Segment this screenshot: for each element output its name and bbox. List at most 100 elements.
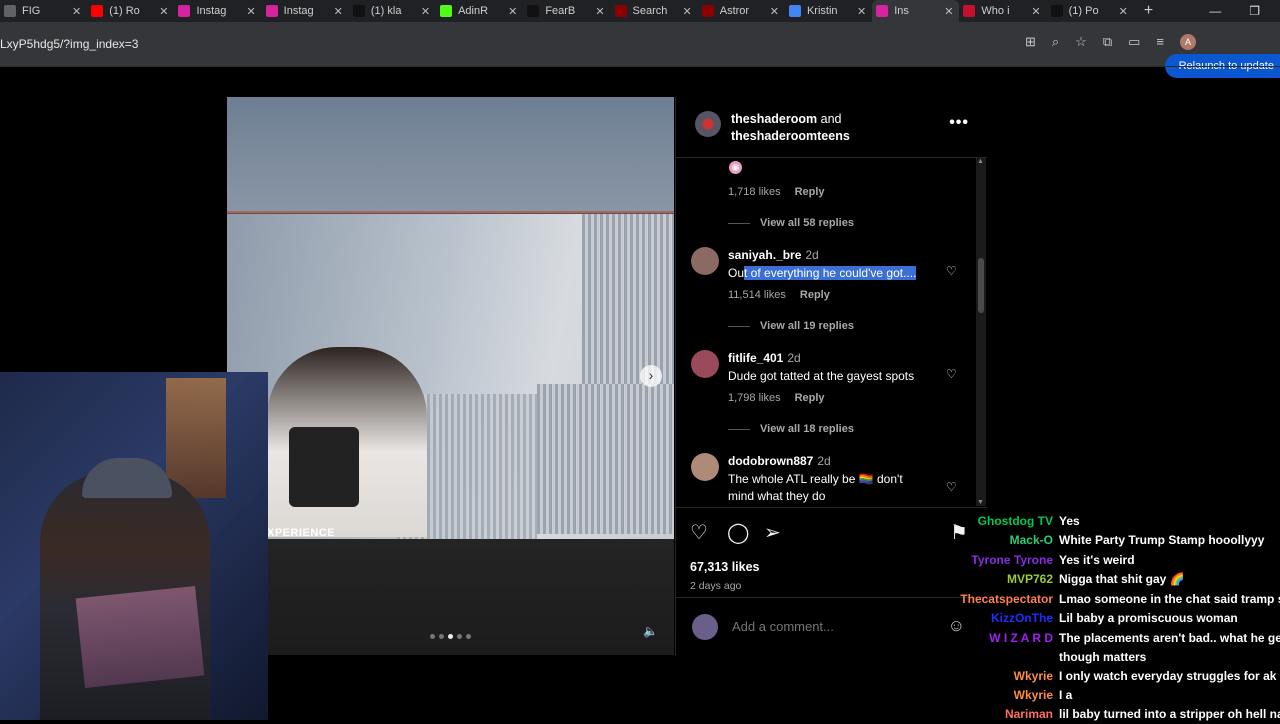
add-comment-input[interactable] (732, 619, 932, 634)
view-replies-button[interactable]: View all 19 replies (728, 320, 854, 332)
browser-tab[interactable]: FearB ✕ (523, 0, 610, 22)
comment-user[interactable]: saniyah._bre 2d (728, 248, 819, 262)
browser-tab[interactable]: Who i ✕ (959, 0, 1046, 22)
chat-username[interactable]: Wkyrie (1014, 686, 1053, 705)
bookmark-star-icon[interactable]: ☆ (1075, 34, 1087, 50)
extensions-icon[interactable]: ⧉ (1103, 34, 1112, 50)
next-image-button[interactable]: › (640, 365, 662, 387)
comment-username[interactable]: fitlife_401 (728, 351, 783, 365)
comment-username[interactable]: saniyah._bre (728, 248, 801, 262)
post-likes-count[interactable]: 67,313 likes (690, 560, 760, 574)
media-control-icon[interactable]: ≡ (1156, 34, 1164, 50)
tab-title: AdinR (458, 5, 489, 17)
like-heart-icon[interactable]: ♡ (690, 520, 708, 545)
reply-button[interactable]: Reply (800, 289, 830, 301)
comment-age: 2d (787, 351, 801, 365)
author-names[interactable]: theshaderoom and theshaderoomteens (731, 111, 850, 145)
scroll-up-icon[interactable]: ▲ (977, 158, 984, 165)
address-bar[interactable]: LxyP5hdg5/?img_index=3 (0, 37, 138, 51)
like-comment-heart-icon[interactable]: ♡ (946, 480, 957, 494)
tab-close-icon[interactable]: ✕ (857, 5, 866, 18)
view-replies-button[interactable]: View all 18 replies (728, 423, 854, 435)
post-media[interactable]: XPERIENCE › 🔈 (227, 97, 674, 655)
comment-user[interactable]: dodobrown887 2d (728, 454, 831, 468)
share-icon[interactable]: ➢ (764, 520, 781, 545)
coauthor-name[interactable]: theshaderoomteens (731, 129, 850, 143)
tab-close-icon[interactable]: ✕ (595, 5, 604, 18)
tab-favicon-icon (178, 5, 191, 17)
chat-username[interactable]: Wkyrie (1014, 667, 1053, 686)
tab-close-icon[interactable]: ✕ (246, 5, 255, 18)
comments-scrollbar[interactable]: ▲ ▼ (976, 158, 986, 506)
browser-tab[interactable]: Ins ✕ (872, 0, 960, 22)
browser-tab[interactable]: Astror ✕ (698, 0, 785, 22)
reply-button[interactable]: Reply (795, 392, 825, 404)
more-options-icon[interactable]: ••• (949, 114, 969, 132)
chat-username[interactable]: Mack-O (1010, 531, 1053, 550)
tab-close-icon[interactable]: ✕ (72, 5, 81, 18)
and-text: and (820, 112, 842, 126)
install-app-icon[interactable]: ⊞ (1025, 34, 1036, 50)
view-replies-button[interactable]: View all 58 replies (728, 217, 854, 229)
tab-close-icon[interactable]: ✕ (334, 5, 343, 18)
comment-user[interactable]: fitlife_401 2d (728, 351, 801, 365)
browser-tab[interactable]: Kristin ✕ (785, 0, 872, 22)
save-bookmark-icon[interactable]: ⚑ (950, 520, 968, 545)
scrollbar-thumb[interactable] (978, 258, 984, 313)
browser-tab[interactable]: FIG ✕ (0, 0, 87, 22)
comment-text[interactable]: Out of everything he could've got.... (728, 265, 940, 282)
comment-avatar[interactable] (691, 247, 719, 275)
browser-tab[interactable]: (1) kla ✕ (349, 0, 436, 22)
scroll-down-icon[interactable]: ▼ (977, 499, 984, 506)
tab-close-icon[interactable]: ✕ (508, 5, 517, 18)
new-tab-button[interactable]: + (1144, 2, 1153, 20)
chat-text: Lmao someone in the chat said tramp sta (1059, 592, 1280, 606)
chat-username[interactable]: Ghostdog TV (978, 512, 1053, 531)
comment-username[interactable]: dodobrown887 (728, 454, 813, 468)
browser-tab[interactable]: Instag ✕ (262, 0, 349, 22)
like-comment-heart-icon[interactable]: ♡ (946, 264, 957, 278)
author-name[interactable]: theshaderoom (731, 112, 817, 126)
tab-close-icon[interactable]: ✕ (683, 5, 692, 18)
comment-age: 2d (817, 454, 831, 468)
like-comment-heart-icon[interactable]: ♡ (946, 367, 957, 381)
tab-close-icon[interactable]: ✕ (1119, 5, 1128, 18)
volume-icon[interactable]: 🔈 (643, 624, 658, 638)
chat-username[interactable]: MVP762 (1007, 570, 1053, 589)
chat-text: White Party Trump Stamp hooollyyy (1059, 533, 1265, 547)
restore-icon[interactable]: ❐ (1249, 4, 1260, 18)
tab-close-icon[interactable]: ✕ (159, 5, 168, 18)
tab-close-icon[interactable]: ✕ (944, 5, 953, 18)
browser-tab[interactable]: (1) Po ✕ (1047, 0, 1134, 22)
tab-close-icon[interactable]: ✕ (421, 5, 430, 18)
browser-tab[interactable]: AdinR ✕ (436, 0, 523, 22)
comment-likes[interactable]: 1,798 likes (728, 392, 781, 404)
chat-username[interactable]: Tyrone Tyrone (971, 551, 1053, 570)
chat-text: I a (1059, 688, 1073, 702)
browser-tab[interactable]: (1) Ro ✕ (87, 0, 174, 22)
comment-avatar[interactable] (691, 453, 719, 481)
comment-icon[interactable]: ◯ (727, 520, 749, 545)
reply-button[interactable]: Reply (795, 186, 825, 198)
zoom-icon[interactable]: ⌕ (1052, 34, 1059, 50)
comment-likes[interactable]: 1,718 likes (728, 186, 781, 198)
tab-close-icon[interactable]: ✕ (1031, 5, 1040, 18)
chat-username[interactable]: W I Z A R D (989, 629, 1053, 648)
comment-likes[interactable]: 11,514 likes (728, 289, 786, 301)
tab-favicon-icon (4, 5, 16, 17)
comment-avatar[interactable] (691, 350, 719, 378)
carousel-dot (430, 634, 435, 639)
chat-username[interactable]: Nariman (1005, 705, 1053, 724)
browser-tab[interactable]: Search ✕ (611, 0, 698, 22)
profile-avatar[interactable]: A (1180, 34, 1196, 50)
author-avatar[interactable] (695, 111, 721, 137)
chat-username[interactable]: KizzOnThe (991, 609, 1053, 628)
tab-title: Who i (981, 5, 1010, 17)
sidebar-icon[interactable]: ▭ (1128, 34, 1140, 50)
carousel-dot (466, 634, 471, 639)
tab-close-icon[interactable]: ✕ (770, 5, 779, 18)
emoji-picker-icon[interactable]: ☺ (948, 616, 965, 636)
browser-tab[interactable]: Instag ✕ (174, 0, 261, 22)
minimize-icon[interactable]: — (1209, 4, 1221, 18)
chat-username[interactable]: Thecatspectator (960, 590, 1053, 609)
